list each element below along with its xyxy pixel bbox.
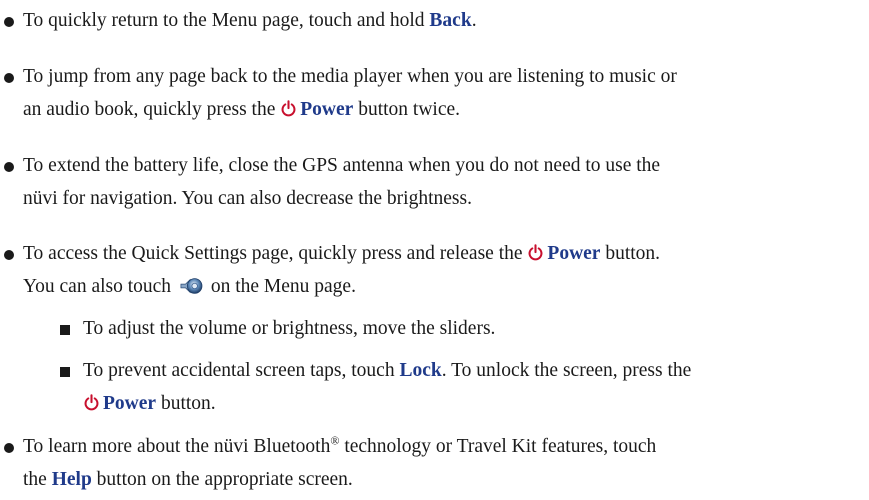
tip-text-part: . To unlock the screen, press the [441, 360, 692, 381]
quick-settings-icon [180, 278, 203, 294]
bullet-dot [4, 73, 14, 83]
bullet-dot [4, 17, 14, 27]
tip-text-part: button on the appropriate screen. [91, 469, 353, 490]
tip-line: To access the Quick Settings page, quick… [23, 237, 843, 270]
tip-text: To jump from any page back to the media … [23, 60, 843, 126]
tip-text-part: To quickly return to the Menu page, touc… [23, 10, 430, 31]
tip-text: To extend the battery life, close the GP… [23, 149, 843, 215]
power-keyword: Power [300, 99, 354, 120]
tip-text: To quickly return to the Menu page, touc… [23, 4, 843, 37]
back-keyword: Back [429, 10, 472, 31]
tip-text-part: on the Menu page. [205, 276, 356, 297]
tip-line: Power button. [83, 387, 863, 420]
tip-line: To jump from any page back to the media … [23, 66, 677, 87]
subtip-text: To prevent accidental screen taps, touch… [83, 354, 863, 420]
bullet-dot [4, 443, 14, 453]
power-icon [528, 244, 543, 261]
subtip-text: To adjust the volume or brightness, move… [83, 318, 496, 339]
tip-text-part: the [23, 469, 52, 490]
tip-text-part: To access the Quick Settings page, quick… [23, 243, 528, 264]
tip-text-part: technology or Travel Kit features, touch [339, 436, 657, 457]
tip-line: To extend the battery life, close the GP… [23, 155, 661, 176]
tip-text: To learn more about the nüvi Bluetooth® … [23, 430, 843, 496]
tip-text: To access the Quick Settings page, quick… [23, 237, 843, 303]
tip-line: To prevent accidental screen taps, touch… [83, 354, 863, 387]
lock-keyword: Lock [399, 360, 442, 381]
bullet-dot [4, 162, 14, 172]
power-keyword: Power [547, 243, 601, 264]
tip-text-part: To learn more about the nüvi Bluetooth [23, 436, 331, 457]
tip-text-part: button. [600, 243, 661, 264]
tip-text-part: You can also touch [23, 276, 176, 297]
tip-line: nüvi for navigation. You can also decrea… [23, 188, 472, 209]
clipped-text-fragment [0, 0, 14, 2]
help-keyword: Help [51, 469, 92, 490]
tip-text-part: To prevent accidental screen taps, touch [83, 360, 400, 381]
tip-line: You can also touch on the Menu page. [23, 270, 843, 303]
bullet-square [60, 325, 70, 335]
manual-page: To quickly return to the Menu page, touc… [0, 0, 869, 500]
power-icon [281, 100, 296, 117]
tip-text-part: button twice. [353, 99, 461, 120]
tip-text-part: button. [156, 393, 216, 414]
power-keyword: Power [103, 393, 157, 414]
tip-line: To learn more about the nüvi Bluetooth® … [23, 430, 843, 463]
power-icon [84, 394, 99, 411]
bullet-square [60, 367, 70, 377]
tip-line: the Help button on the appropriate scree… [23, 463, 843, 496]
tip-text-part: an audio book, quickly press the [23, 99, 281, 120]
tip-text-part: . [471, 10, 477, 31]
tip-line: an audio book, quickly press the Power b… [23, 93, 843, 126]
bullet-dot [4, 250, 14, 260]
